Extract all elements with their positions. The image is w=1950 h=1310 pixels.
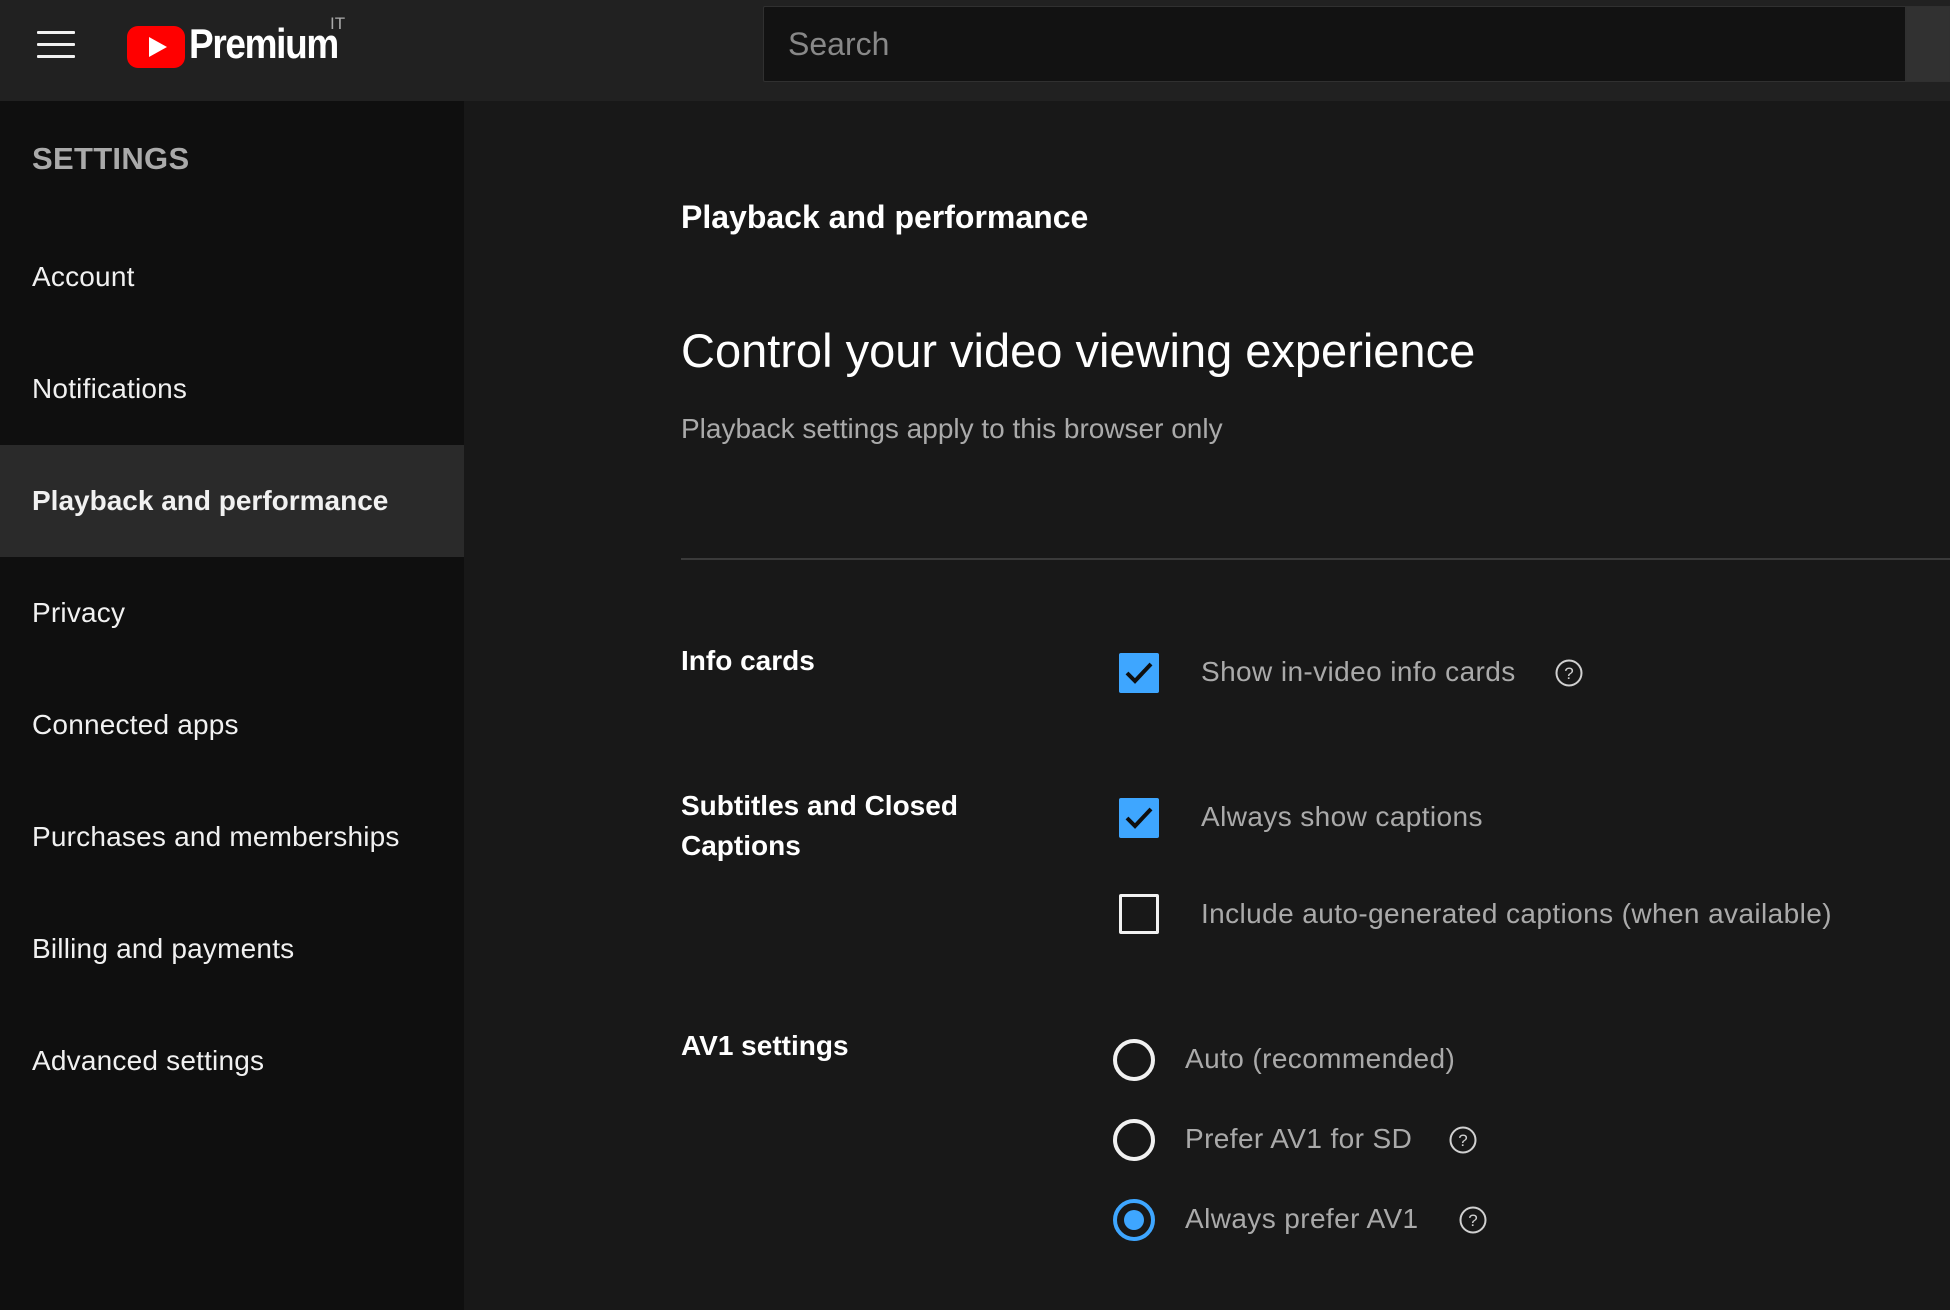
checkmark-icon (1125, 807, 1153, 829)
info-cards-checkbox[interactable] (1119, 653, 1159, 693)
sidebar-item-label: Billing and payments (32, 933, 295, 964)
checkmark-icon (1125, 662, 1153, 684)
av1-always-prefer-label: Always prefer AV1 (1185, 1203, 1419, 1234)
search-input[interactable] (764, 7, 1905, 81)
masthead: Premium IT (0, 0, 1950, 101)
settings-content: Playback and performance Control your vi… (464, 101, 1950, 1310)
page-title: Control your video viewing experience (681, 324, 1476, 377)
always-show-captions-label: Always show captions (1201, 801, 1483, 832)
menu-icon[interactable] (37, 31, 75, 59)
sidebar-item-label: Notifications (32, 373, 188, 404)
av1-auto-radio[interactable] (1113, 1039, 1155, 1081)
sidebar-item-label: Advanced settings (32, 1045, 265, 1076)
always-show-captions-checkbox[interactable] (1119, 798, 1159, 838)
info-cards-option-label: Show in-video info cards (1201, 656, 1516, 687)
sidebar-item-connected-apps[interactable]: Connected apps (0, 669, 464, 781)
sidebar-item-playback-and-performance[interactable]: Playback and performance (0, 445, 464, 557)
youtube-play-logo-icon (127, 26, 185, 68)
sidebar-item-label: Account (32, 261, 135, 292)
sidebar-item-account[interactable]: Account (0, 221, 464, 333)
svg-text:?: ? (1458, 1131, 1467, 1150)
av1-prefer-sd-label: Prefer AV1 for SD (1185, 1123, 1413, 1154)
sidebar-item-privacy[interactable]: Privacy (0, 557, 464, 669)
sidebar-item-purchases-and-memberships[interactable]: Purchases and memberships (0, 781, 464, 893)
av1-prefer-sd-radio[interactable] (1113, 1119, 1155, 1161)
country-code: IT (330, 14, 346, 33)
svg-text:?: ? (1468, 1211, 1477, 1230)
sidebar-item-notifications[interactable]: Notifications (0, 333, 464, 445)
sidebar-item-label: Purchases and memberships (32, 821, 400, 852)
divider (681, 558, 1950, 560)
help-icon[interactable]: ? (1448, 1125, 1478, 1155)
page-subtitle: Playback settings apply to this browser … (681, 413, 1223, 444)
search-box (763, 6, 1906, 82)
help-icon[interactable]: ? (1458, 1205, 1488, 1235)
auto-generated-captions-label: Include auto-generated captions (when av… (1201, 898, 1832, 929)
section-title: Playback and performance (681, 199, 1089, 235)
sidebar-item-label: Connected apps (32, 709, 239, 740)
av1-always-prefer-radio[interactable] (1113, 1199, 1155, 1241)
av1-settings-label: AV1 settings (681, 1030, 849, 1061)
av1-auto-label: Auto (recommended) (1185, 1043, 1456, 1074)
logo-text: Premium (189, 20, 339, 67)
sidebar-item-advanced-settings[interactable]: Advanced settings (0, 1005, 464, 1117)
settings-sidebar: SETTINGS Account Notifications Playback … (0, 101, 464, 1310)
info-cards-label: Info cards (681, 645, 815, 676)
captions-label: Subtitles and Closed Captions (681, 790, 958, 861)
sidebar-item-label: Privacy (32, 597, 126, 628)
auto-generated-captions-checkbox[interactable] (1119, 894, 1159, 934)
search-button[interactable] (1906, 6, 1950, 82)
help-icon[interactable]: ? (1554, 658, 1584, 688)
sidebar-heading: SETTINGS (32, 141, 190, 176)
svg-text:?: ? (1564, 664, 1573, 683)
sidebar-item-billing-and-payments[interactable]: Billing and payments (0, 893, 464, 1005)
sidebar-item-label: Playback and performance (32, 485, 389, 516)
